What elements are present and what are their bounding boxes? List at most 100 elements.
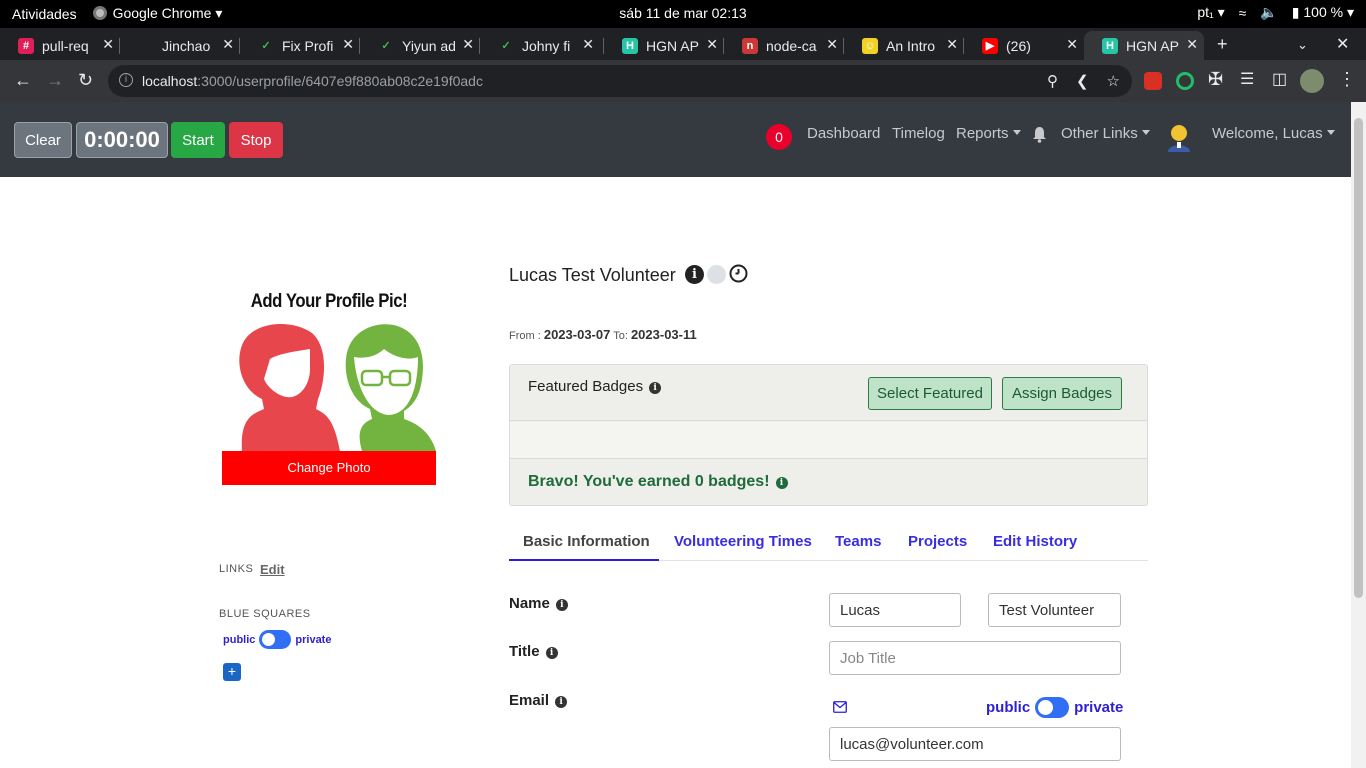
zoom-icon[interactable]: ⚲ — [1047, 72, 1058, 90]
nav-reports-dropdown[interactable]: Reports — [956, 125, 1021, 142]
browser-tab[interactable]: ✓ Fix Profi ✕ — [240, 31, 360, 60]
tab-volunteering-times[interactable]: Volunteering Times — [674, 533, 812, 550]
change-photo-button[interactable]: Change Photo — [222, 451, 436, 485]
envelope-icon[interactable] — [833, 701, 847, 713]
timer-clear-button[interactable]: Clear — [14, 122, 72, 158]
notification-count-badge[interactable]: 0 — [766, 124, 792, 150]
keyboard-layout[interactable]: pt₁ ▾ — [1197, 4, 1224, 21]
status-circle-icon[interactable] — [707, 265, 726, 284]
browser-tab[interactable]: ☺ An Intro ✕ — [844, 31, 964, 60]
email-info-icon[interactable]: i — [555, 696, 568, 708]
battery-icon: ▮ — [1291, 4, 1300, 20]
scrollbar-thumb[interactable] — [1354, 118, 1363, 598]
tab-search-icon[interactable]: ⌄ — [1297, 37, 1308, 53]
profile-silhouette-illustration — [239, 323, 436, 451]
last-name-input[interactable] — [988, 593, 1121, 627]
browser-tab[interactable]: Jinchao ✕ — [120, 31, 240, 60]
close-tab-icon[interactable]: ✕ — [1186, 36, 1198, 53]
from-date: 2023-03-07 — [543, 327, 611, 342]
badges-earned-message: Bravo! You've earned 0 badges! i — [528, 473, 788, 491]
extension-green-ring-icon[interactable] — [1176, 72, 1194, 90]
extension-red-icon[interactable] — [1144, 72, 1162, 90]
tab-projects[interactable]: Projects — [908, 533, 967, 550]
tab-basic-information[interactable]: Basic Information — [523, 533, 650, 550]
badges-earned-info-icon[interactable]: i — [775, 477, 788, 489]
timer-stop-button[interactable]: Stop — [229, 122, 283, 158]
timer-start-button[interactable]: Start — [171, 122, 225, 158]
close-tab-icon[interactable]: ✕ — [946, 36, 958, 53]
browser-tab-label: HGN AP — [646, 37, 699, 54]
blue-squares-visibility-toggle[interactable] — [259, 630, 292, 649]
browser-tab[interactable]: H HGN AP ✕ — [1084, 31, 1204, 60]
url-host: localhost — [142, 73, 198, 89]
browser-tab[interactable]: ✓ Yiyun ad ✕ — [360, 31, 480, 60]
chrome-profile-avatar[interactable] — [1300, 69, 1324, 93]
site-info-icon[interactable]: i — [119, 73, 133, 87]
browser-tab-label: An Intro — [886, 37, 936, 54]
job-title-input[interactable] — [829, 641, 1121, 675]
select-featured-button[interactable]: Select Featured — [868, 377, 992, 410]
clock-icon[interactable] — [729, 264, 748, 283]
forward-arrow-icon[interactable]: → — [46, 70, 64, 91]
browser-tab-label: node-ca — [766, 37, 817, 54]
title-info-icon[interactable]: i — [545, 647, 558, 659]
add-blue-square-button[interactable]: + — [223, 663, 241, 681]
address-bar[interactable]: i localhost:3000/userprofile/6407e9f880a… — [108, 65, 1132, 97]
extensions-puzzle-icon[interactable]: ✠ — [1208, 69, 1223, 90]
toggle-knob — [262, 633, 276, 646]
close-tab-icon[interactable]: ✕ — [1066, 36, 1078, 53]
close-tab-icon[interactable]: ✕ — [826, 36, 838, 53]
close-tab-icon[interactable]: ✕ — [462, 36, 474, 53]
close-window-icon[interactable]: ✕ — [1336, 34, 1349, 54]
page-scrollbar[interactable] — [1351, 102, 1366, 768]
system-clock[interactable]: sáb 11 de mar 02:13 — [0, 5, 1366, 21]
share-icon[interactable]: ❮ — [1076, 72, 1089, 90]
week-date-range: From : 2023-03-07 To: 2023-03-11 — [509, 327, 697, 342]
media-queue-icon[interactable]: ☰ — [1240, 69, 1254, 89]
back-arrow-icon[interactable]: ← — [14, 70, 32, 91]
browser-tab[interactable]: # pull-req ✕ — [0, 31, 120, 60]
battery-indicator[interactable]: ▮ 100 % ▾ — [1292, 4, 1354, 21]
keyboard-layout-label: pt₁ — [1197, 4, 1214, 20]
close-tab-icon[interactable]: ✕ — [706, 36, 718, 53]
browser-tab[interactable]: n node-ca ✕ — [724, 31, 844, 60]
chrome-menu-icon[interactable]: ⋮ — [1338, 69, 1356, 90]
close-tab-icon[interactable]: ✕ — [582, 36, 594, 53]
user-avatar-icon[interactable] — [1166, 124, 1192, 152]
nav-welcome-dropdown[interactable]: Welcome, Lucas — [1212, 125, 1335, 142]
browser-tab[interactable]: H HGN AP ✕ — [604, 31, 724, 60]
toggle-knob — [1038, 700, 1054, 715]
bell-icon[interactable] — [1032, 126, 1047, 143]
email-public-label: public — [986, 699, 1031, 716]
first-name-input[interactable] — [829, 593, 961, 627]
browser-tab-label: (26) — [1006, 37, 1031, 54]
nav-other-links-dropdown[interactable]: Other Links — [1061, 125, 1150, 142]
email-visibility-toggle[interactable] — [1035, 697, 1070, 718]
tab-edit-history[interactable]: Edit History — [993, 533, 1077, 550]
name-info-icon[interactable]: i — [555, 599, 568, 611]
active-tab-indicator — [509, 559, 659, 561]
close-tab-icon[interactable]: ✕ — [222, 36, 234, 53]
close-tab-icon[interactable]: ✕ — [102, 36, 114, 53]
links-edit-link[interactable]: Edit — [260, 562, 285, 577]
email-label-text: Email — [509, 692, 550, 709]
url-text[interactable]: localhost:3000/userprofile/6407e9f880ab0… — [142, 73, 483, 89]
nav-timelog-link[interactable]: Timelog — [892, 125, 945, 142]
reload-icon[interactable]: ↻ — [78, 70, 93, 91]
browser-tab[interactable]: ✓ Johny fi ✕ — [480, 31, 600, 60]
tab-teams[interactable]: Teams — [835, 533, 881, 550]
featured-badges-info-icon[interactable]: i — [649, 382, 662, 394]
email-input[interactable] — [829, 727, 1121, 761]
nav-dashboard-link[interactable]: Dashboard — [807, 125, 880, 142]
browser-tab[interactable]: ▶ (26) ✕ — [964, 31, 1084, 60]
wifi-icon[interactable]: ≈ — [1239, 5, 1247, 21]
info-icon[interactable]: i — [685, 265, 704, 284]
system-top-bar: Atividades Google Chrome ▾ sáb 11 de mar… — [0, 0, 1366, 28]
side-panel-icon[interactable]: ◫ — [1272, 69, 1287, 89]
browser-tab-label: HGN AP — [1126, 37, 1179, 54]
bookmark-star-icon[interactable]: ☆ — [1107, 72, 1120, 90]
new-tab-icon[interactable]: + — [1217, 34, 1228, 55]
assign-badges-button[interactable]: Assign Badges — [1002, 377, 1122, 410]
close-tab-icon[interactable]: ✕ — [342, 36, 354, 53]
volume-icon[interactable]: 🔈 — [1260, 4, 1277, 21]
